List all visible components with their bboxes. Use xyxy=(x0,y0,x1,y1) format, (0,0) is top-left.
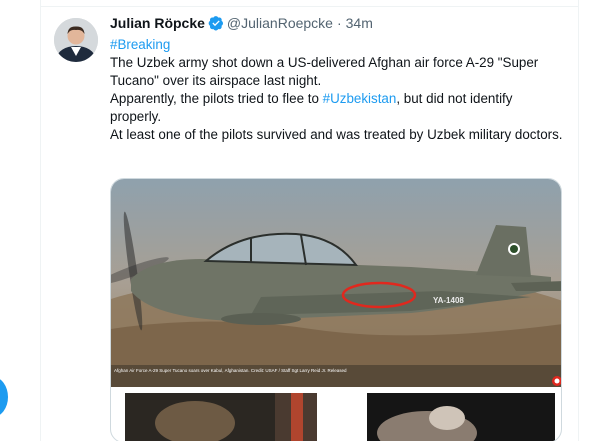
tweet-header: Julian Röpcke @JulianRoepcke · 34m xyxy=(110,12,565,34)
verified-badge-icon xyxy=(208,16,223,31)
tweet-line-2-prefix: Apparently, the pilots tried to flee to xyxy=(110,91,323,106)
photo-caption: Afghan Air Force A-29 Super Tucano soars… xyxy=(114,368,347,373)
tweet-text: #Breaking The Uzbek army shot down a US-… xyxy=(110,36,565,144)
tail-code: YA-1408 xyxy=(433,296,464,305)
author-handle[interactable]: @JulianRoepcke xyxy=(227,15,333,31)
secondary-photo-right[interactable] xyxy=(367,393,555,441)
author-name[interactable]: Julian Röpcke xyxy=(110,15,205,31)
tweet-content: Julian Röpcke @JulianRoepcke · 34m #Brea… xyxy=(110,12,565,441)
timeline-left-border xyxy=(40,0,41,441)
tweet-top-border xyxy=(40,6,578,7)
tweet-timestamp[interactable]: 34m xyxy=(346,15,373,31)
timeline-right-border xyxy=(578,0,579,441)
tweet-line-3: At least one of the pilots survived and … xyxy=(110,127,563,142)
tweet-line-1: The Uzbek army shot down a US-delivered … xyxy=(110,55,539,88)
compose-tweet-button[interactable] xyxy=(0,377,8,417)
aircraft-photo[interactable]: YA-1408 Afghan Air Force A-29 Super Tuca… xyxy=(111,179,562,387)
tweet-media[interactable]: YA-1408 Afghan Air Force A-29 Super Tuca… xyxy=(110,178,562,441)
hashtag-uzbekistan-link[interactable]: #Uzbekistan xyxy=(323,91,397,106)
header-separator: · xyxy=(336,15,342,31)
tweet-line-2: Apparently, the pilots tried to flee to … xyxy=(110,90,565,126)
avatar[interactable] xyxy=(54,18,98,62)
secondary-photo-left[interactable] xyxy=(125,393,317,441)
hashtag-breaking-link[interactable]: #Breaking xyxy=(110,37,170,52)
